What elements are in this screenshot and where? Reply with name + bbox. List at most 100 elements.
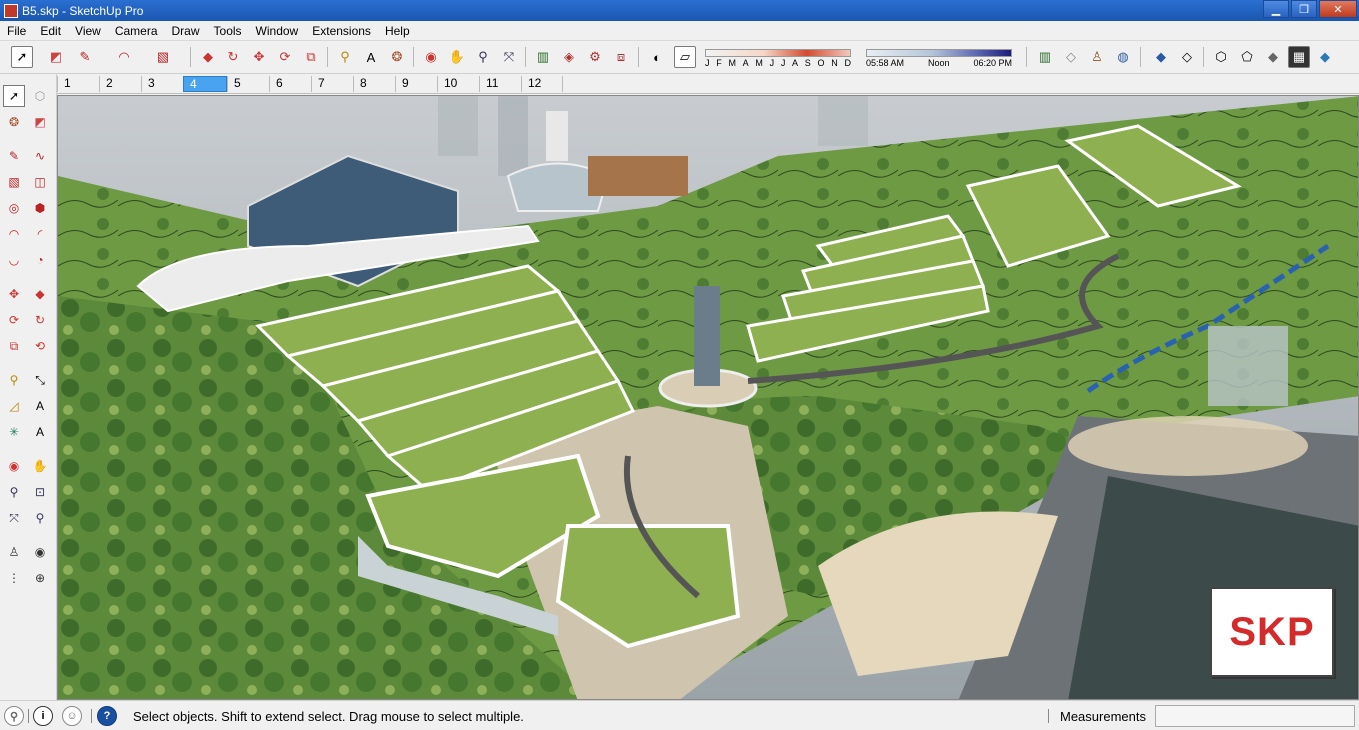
display-section-icon[interactable]: ◇ — [1060, 46, 1082, 68]
menu-draw[interactable]: Draw — [165, 24, 207, 38]
zoom-extents-icon[interactable]: ⤧ — [3, 507, 25, 529]
follow-me-icon[interactable]: ↻ — [29, 309, 51, 331]
iso-view-icon[interactable]: ◆ — [1150, 46, 1172, 68]
share-model-icon[interactable]: ◈ — [558, 46, 580, 68]
scene-tab-9[interactable]: 9 — [395, 76, 437, 92]
eraser-tool-icon[interactable]: ◩ — [45, 46, 67, 68]
rotate-tool-icon[interactable]: ⟳ — [3, 309, 25, 331]
scene-tab-10[interactable]: 10 — [437, 76, 479, 92]
position-camera-icon[interactable]: ♙ — [3, 541, 25, 563]
polygon-tool-icon[interactable]: ⬢ — [29, 197, 51, 219]
zoom-tool-icon[interactable]: ⚲ — [472, 46, 494, 68]
scene-tab-8[interactable]: 8 — [353, 76, 395, 92]
3d-text-icon[interactable]: A — [29, 421, 51, 443]
textured-style-icon[interactable]: ◆ — [1314, 46, 1336, 68]
menu-file[interactable]: File — [0, 24, 33, 38]
zoom-tool-icon[interactable]: ⚲ — [3, 481, 25, 503]
text-tool-icon[interactable]: A — [360, 46, 382, 68]
components-icon[interactable]: ⚙ — [584, 46, 606, 68]
menu-help[interactable]: Help — [378, 24, 417, 38]
credits-info-icon[interactable]: i — [33, 706, 53, 726]
dimension-tool-icon[interactable]: ⤡ — [29, 369, 51, 391]
two-point-arc-icon[interactable]: ◜ — [29, 223, 51, 245]
push-pull-icon[interactable]: ◆ — [29, 283, 51, 305]
rectangle-tool-icon[interactable]: ▧ — [152, 46, 174, 68]
rotate-tool-icon[interactable]: ⟳ — [274, 46, 296, 68]
paint-bucket-icon[interactable]: ❂ — [386, 46, 408, 68]
menu-edit[interactable]: Edit — [33, 24, 68, 38]
restore-button[interactable]: ❐ — [1291, 0, 1317, 18]
zoom-extents-icon[interactable]: ⤧ — [498, 46, 520, 68]
arc-tool-icon[interactable]: ◠ — [3, 223, 25, 245]
section-plane-icon[interactable]: ⊕ — [29, 567, 51, 589]
wireframe-style-icon[interactable]: ⬠ — [1236, 46, 1258, 68]
three-point-arc-icon[interactable]: ◡ — [3, 249, 25, 271]
scene-tab-11[interactable]: 11 — [479, 76, 521, 92]
position-camera-icon[interactable]: ♙ — [1086, 46, 1108, 68]
look-around-icon[interactable]: ◉ — [29, 541, 51, 563]
rectangle-tool-icon[interactable]: ▧ — [3, 171, 25, 193]
push-pull-icon[interactable]: ◆ — [197, 46, 219, 68]
scene-tab-3[interactable]: 3 — [141, 76, 183, 92]
close-button[interactable]: ✕ — [1319, 0, 1357, 18]
previous-view-icon[interactable]: ⚲ — [29, 507, 51, 529]
paint-bucket-icon[interactable]: ❂ — [3, 111, 25, 133]
line-tool-icon[interactable]: ✎ — [3, 145, 25, 167]
pan-tool-icon[interactable]: ✋ — [446, 46, 468, 68]
axes-tool-icon[interactable]: ✳ — [3, 421, 25, 443]
protractor-icon[interactable]: ◿ — [3, 395, 25, 417]
offset-tool-icon[interactable]: ⟲ — [29, 335, 51, 357]
scene-tab-1[interactable]: 1 — [57, 76, 99, 92]
scale-tool-icon[interactable]: ⧉ — [300, 46, 322, 68]
scene-tab-4[interactable]: 4 — [183, 76, 227, 92]
orbit-tool-icon[interactable]: ◉ — [420, 46, 442, 68]
pie-tool-icon[interactable]: ◔ — [29, 249, 51, 271]
geolocation-status-icon[interactable]: ⚲ — [4, 706, 24, 726]
menu-extensions[interactable]: Extensions — [305, 24, 378, 38]
eraser-tool-icon[interactable]: ◩ — [29, 111, 51, 133]
shaded-style-icon[interactable]: ▦ — [1288, 46, 1310, 68]
tape-measure-icon[interactable]: ⚲ — [334, 46, 356, 68]
select-tool-icon[interactable]: ➚ — [3, 85, 25, 107]
user-account-icon[interactable]: ☺ — [62, 706, 82, 726]
month-slider[interactable]: J F M A M J J A S O N D — [705, 49, 851, 69]
move-tool-icon[interactable]: ✥ — [248, 46, 270, 68]
minimize-button[interactable]: ▁ — [1263, 0, 1289, 18]
menu-camera[interactable]: Camera — [108, 24, 165, 38]
menu-view[interactable]: View — [68, 24, 108, 38]
freehand-tool-icon[interactable]: ∿ — [29, 145, 51, 167]
rotated-rectangle-icon[interactable]: ◫ — [29, 171, 51, 193]
walk-tool-icon[interactable]: ⋮ — [3, 567, 25, 589]
time-slider-track[interactable] — [866, 49, 1012, 57]
geo-location-icon[interactable]: ◍ — [1112, 46, 1134, 68]
move-tool-icon[interactable]: ✥ — [3, 283, 25, 305]
warehouse-icon[interactable]: ▥ — [532, 46, 554, 68]
help-icon[interactable]: ? — [97, 706, 117, 726]
tape-measure-icon[interactable]: ⚲ — [3, 369, 25, 391]
circle-tool-icon[interactable]: ◎ — [3, 197, 25, 219]
arc-tool-icon[interactable]: ◠ — [113, 46, 135, 68]
line-tool-icon[interactable]: ✎ — [74, 46, 96, 68]
hidden-line-style-icon[interactable]: ◆ — [1262, 46, 1284, 68]
scene-tab-7[interactable]: 7 — [311, 76, 353, 92]
fog-toggle-icon[interactable]: ▱ — [674, 46, 696, 68]
follow-me-icon[interactable]: ↻ — [222, 46, 244, 68]
zoom-window-icon[interactable]: ⊡ — [29, 481, 51, 503]
model-viewport[interactable]: SKP — [57, 95, 1359, 700]
measurements-input[interactable] — [1155, 705, 1355, 727]
menu-window[interactable]: Window — [249, 24, 306, 38]
scene-tab-2[interactable]: 2 — [99, 76, 141, 92]
scene-tab-12[interactable]: 12 — [521, 76, 563, 92]
time-slider[interactable]: 05:58 AM Noon 06:20 PM — [866, 49, 1012, 69]
section-plane-icon[interactable]: ▥ — [1034, 46, 1056, 68]
top-view-icon[interactable]: ◇ — [1176, 46, 1198, 68]
menu-tools[interactable]: Tools — [207, 24, 249, 38]
scene-tab-6[interactable]: 6 — [269, 76, 311, 92]
shadows-toggle-icon[interactable]: ◐ — [646, 46, 668, 68]
make-component-icon[interactable]: ⬡ — [29, 85, 51, 107]
pan-tool-icon[interactable]: ✋ — [29, 455, 51, 477]
orbit-tool-icon[interactable]: ◉ — [3, 455, 25, 477]
select-tool-icon[interactable]: ➚ — [11, 46, 33, 68]
scene-tab-5[interactable]: 5 — [227, 76, 269, 92]
month-slider-track[interactable] — [705, 49, 851, 57]
